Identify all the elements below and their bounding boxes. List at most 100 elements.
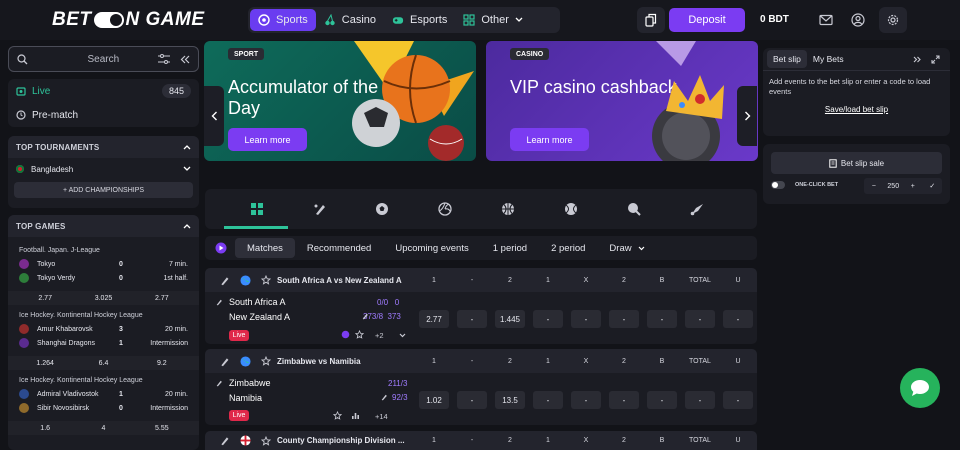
filter-icon[interactable] xyxy=(158,54,170,64)
learn-more-button[interactable]: Learn more xyxy=(510,128,589,151)
increase-button[interactable]: + xyxy=(903,183,923,190)
user-icon[interactable] xyxy=(850,12,866,28)
prematch-menu-item[interactable]: Pre-match xyxy=(8,103,199,127)
all-sports-tab[interactable] xyxy=(247,199,267,219)
odd-button[interactable]: 2.77 xyxy=(419,310,449,328)
volleyball-tab[interactable] xyxy=(435,199,455,219)
stake-value[interactable]: 250 xyxy=(884,183,904,190)
learn-more-button[interactable]: Learn more xyxy=(228,128,307,151)
stats-chart-icon[interactable] xyxy=(351,411,360,420)
odd-button[interactable]: 1.264 xyxy=(16,360,74,367)
favorite-star-icon[interactable] xyxy=(261,435,271,446)
odd-button[interactable]: - xyxy=(533,310,563,328)
nav-other[interactable]: Other xyxy=(455,9,531,31)
favorite-star-icon[interactable] xyxy=(355,330,364,339)
one-click-bet-toggle[interactable]: ONE-CLICK BET xyxy=(771,181,838,189)
chevron-down-icon[interactable] xyxy=(399,333,406,338)
filter-2-period[interactable]: 2 period xyxy=(539,238,597,258)
football-tab[interactable] xyxy=(372,199,392,219)
live-menu-item[interactable]: Live 845 xyxy=(8,79,199,103)
settings-button[interactable] xyxy=(879,7,907,33)
tournament-bangladesh[interactable]: Bangladesh xyxy=(8,158,199,180)
banner-casino[interactable]: CASINO VIP casino cashback Learn more xyxy=(486,41,758,161)
nav-casino[interactable]: Casino xyxy=(316,9,384,31)
copy-button[interactable] xyxy=(637,7,665,33)
odd-button[interactable]: - xyxy=(723,310,753,328)
match-row[interactable]: Zimbabwe Namibia 211/3 92/3 Live +14 1.0… xyxy=(205,373,757,425)
odd-button[interactable]: - xyxy=(457,391,487,409)
odd-button[interactable]: 6.4 xyxy=(74,360,132,367)
odd-button[interactable]: - xyxy=(571,391,601,409)
banner-sport[interactable]: SPORT Accumulator of the Day Learn more xyxy=(204,41,476,161)
odd-button[interactable]: 13.5 xyxy=(495,391,525,409)
save-load-betslip-link[interactable]: Save/load bet slip xyxy=(763,105,950,120)
collapse-sidebar-icon[interactable] xyxy=(180,55,190,64)
favorite-star-icon[interactable] xyxy=(261,356,271,366)
odd-button[interactable]: 2.77 xyxy=(16,295,74,302)
odd-button[interactable]: - xyxy=(457,310,487,328)
tennis-tab[interactable] xyxy=(561,199,581,219)
chevron-double-right-icon[interactable] xyxy=(913,56,921,63)
top-game-card[interactable]: Ice Hockey. Kontinental Hockey League Ad… xyxy=(8,370,199,435)
odd-button[interactable]: 5.55 xyxy=(133,425,191,432)
logo[interactable]: BET N GAME xyxy=(52,9,205,31)
top-game-card[interactable]: Football. Japan. J-League Tokyo 0 7 min.… xyxy=(8,237,199,305)
filter-1-period[interactable]: 1 period xyxy=(481,238,539,258)
odd-button[interactable]: - xyxy=(609,310,639,328)
nav-sports[interactable]: Sports xyxy=(250,9,316,31)
decrease-button[interactable]: − xyxy=(864,183,884,190)
top-tournaments-header[interactable]: TOP TOURNAMENTS xyxy=(8,136,199,158)
banner-prev-button[interactable] xyxy=(204,86,224,146)
match-title[interactable]: South Africa A vs New Zealand A xyxy=(277,276,402,285)
mail-icon[interactable] xyxy=(818,12,834,28)
filter-upcoming[interactable]: Upcoming events xyxy=(383,238,480,258)
tab-bet-slip[interactable]: Bet slip xyxy=(767,50,807,68)
expand-icon[interactable] xyxy=(931,54,940,64)
add-championships-button[interactable]: + ADD CHAMPIONSHIPS xyxy=(14,182,193,198)
odd-button[interactable]: 3.025 xyxy=(74,295,132,302)
tab-my-bets[interactable]: My Bets xyxy=(807,50,850,68)
odd-button[interactable]: - xyxy=(533,391,563,409)
stats-icon[interactable] xyxy=(341,330,350,339)
favorite-star-icon[interactable] xyxy=(333,411,342,420)
match-row[interactable]: South Africa A New Zealand A 0/0 0 373/8… xyxy=(205,292,757,344)
filter-draw[interactable]: Draw xyxy=(597,238,656,258)
banner-next-button[interactable] xyxy=(737,86,757,146)
confirm-check-icon[interactable]: ✓ xyxy=(923,182,943,190)
odd-button[interactable]: - xyxy=(609,391,639,409)
filter-matches[interactable]: Matches xyxy=(235,238,295,258)
odd-button[interactable]: 2.77 xyxy=(133,295,191,302)
play-icon[interactable] xyxy=(215,242,227,254)
nav-esports[interactable]: Esports xyxy=(384,9,455,31)
badminton-tab[interactable] xyxy=(687,199,707,219)
toggle-switch[interactable] xyxy=(771,181,785,189)
odd-button[interactable]: 9.2 xyxy=(133,360,191,367)
top-games-header[interactable]: TOP GAMES xyxy=(8,215,199,237)
search-input[interactable]: Search xyxy=(8,46,199,72)
more-markets[interactable]: +14 xyxy=(375,412,388,421)
odd-button[interactable]: 4 xyxy=(74,425,132,432)
chat-button[interactable] xyxy=(900,368,940,408)
odd-button[interactable]: 1.445 xyxy=(495,310,525,328)
deposit-button[interactable]: Deposit xyxy=(669,8,745,32)
match-title[interactable]: Zimbabwe vs Namibia xyxy=(277,357,361,366)
odd-button[interactable]: 1.6 xyxy=(16,425,74,432)
odd-button[interactable]: - xyxy=(647,310,677,328)
basketball-tab[interactable] xyxy=(498,199,518,219)
odd-button[interactable]: - xyxy=(647,391,677,409)
odd-button[interactable]: - xyxy=(685,391,715,409)
filter-recommended[interactable]: Recommended xyxy=(295,238,383,258)
odd-button[interactable]: 1.02 xyxy=(419,391,449,409)
favorite-star-icon[interactable] xyxy=(261,275,271,285)
match-title[interactable]: County Championship Division ... xyxy=(277,436,405,445)
odd-button[interactable]: - xyxy=(723,391,753,409)
table-tennis-tab[interactable] xyxy=(624,199,644,219)
bet-slip-sale-button[interactable]: Bet slip sale xyxy=(771,152,942,174)
odd-button[interactable]: - xyxy=(685,310,715,328)
more-markets[interactable]: +2 xyxy=(375,331,384,340)
column-header: B xyxy=(659,276,665,284)
top-game-card[interactable]: Ice Hockey. Kontinental Hockey League Am… xyxy=(8,305,199,370)
odd-button[interactable]: - xyxy=(571,310,601,328)
balance-display: 0 BDT xyxy=(760,14,789,25)
cricket-tab[interactable] xyxy=(310,199,330,219)
